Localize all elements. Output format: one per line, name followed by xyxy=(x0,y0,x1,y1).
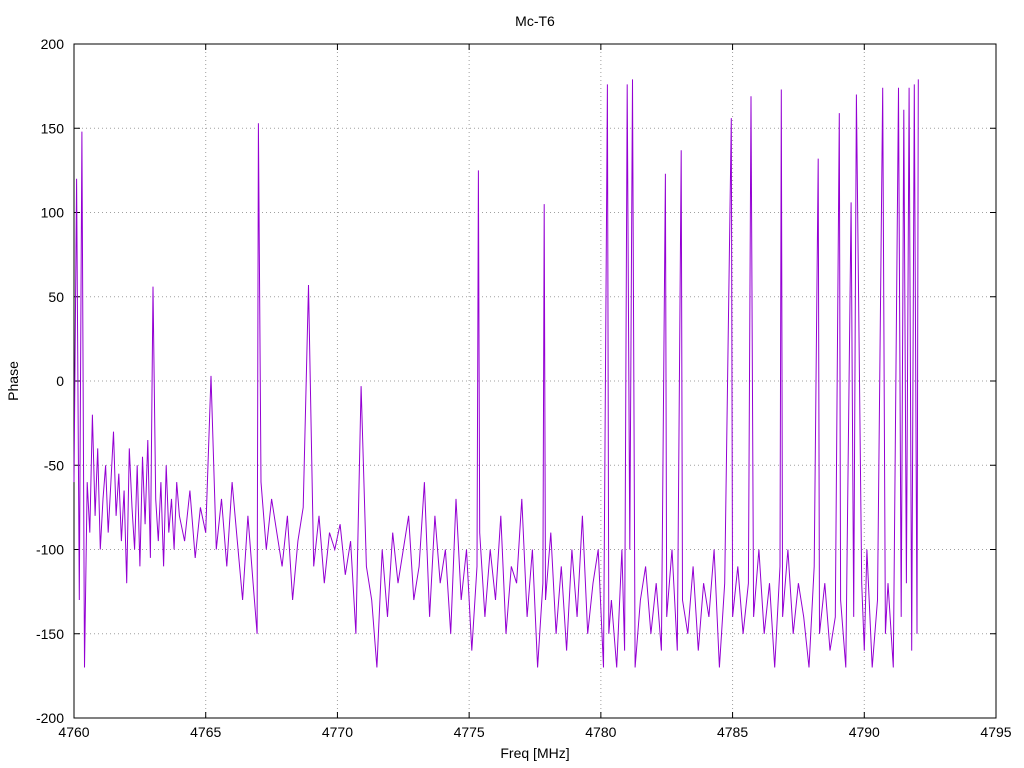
y-tick-label: 150 xyxy=(41,120,65,136)
phase-series-line xyxy=(73,79,919,668)
y-tick-label: -50 xyxy=(44,457,64,473)
y-tick-label: 200 xyxy=(41,36,65,52)
y-tick-label: -100 xyxy=(36,542,64,558)
x-tick-label: 4775 xyxy=(454,724,485,740)
phase-chart: 4760 4765 4770 4775 4780 4785 4790 4795 200 150 1… xyxy=(5,13,1012,761)
x-tick-label: 4790 xyxy=(849,724,880,740)
x-tick-label: 4785 xyxy=(717,724,748,740)
x-tick-label: 4780 xyxy=(585,724,616,740)
y-tick-label: 50 xyxy=(48,289,64,305)
y-axis-label: Phase xyxy=(5,361,21,401)
y-tick-label: 0 xyxy=(56,373,64,389)
x-tick-label: 4770 xyxy=(322,724,353,740)
x-axis-label: Freq [MHz] xyxy=(500,745,569,761)
y-tick-label: 100 xyxy=(41,205,65,221)
y-tick-labels: 200 150 100 50 0 -50 -100 -150 -200 xyxy=(36,36,64,726)
chart-title: Mc-T6 xyxy=(515,13,555,29)
x-tick-label: 4760 xyxy=(58,724,89,740)
y-tick-label: -150 xyxy=(36,626,64,642)
x-tick-label: 4765 xyxy=(190,724,221,740)
x-tick-label: 4795 xyxy=(980,724,1011,740)
y-tick-label: -200 xyxy=(36,710,64,726)
x-tick-labels: 4760 4765 4770 4775 4780 4785 4790 4795 xyxy=(58,724,1011,740)
